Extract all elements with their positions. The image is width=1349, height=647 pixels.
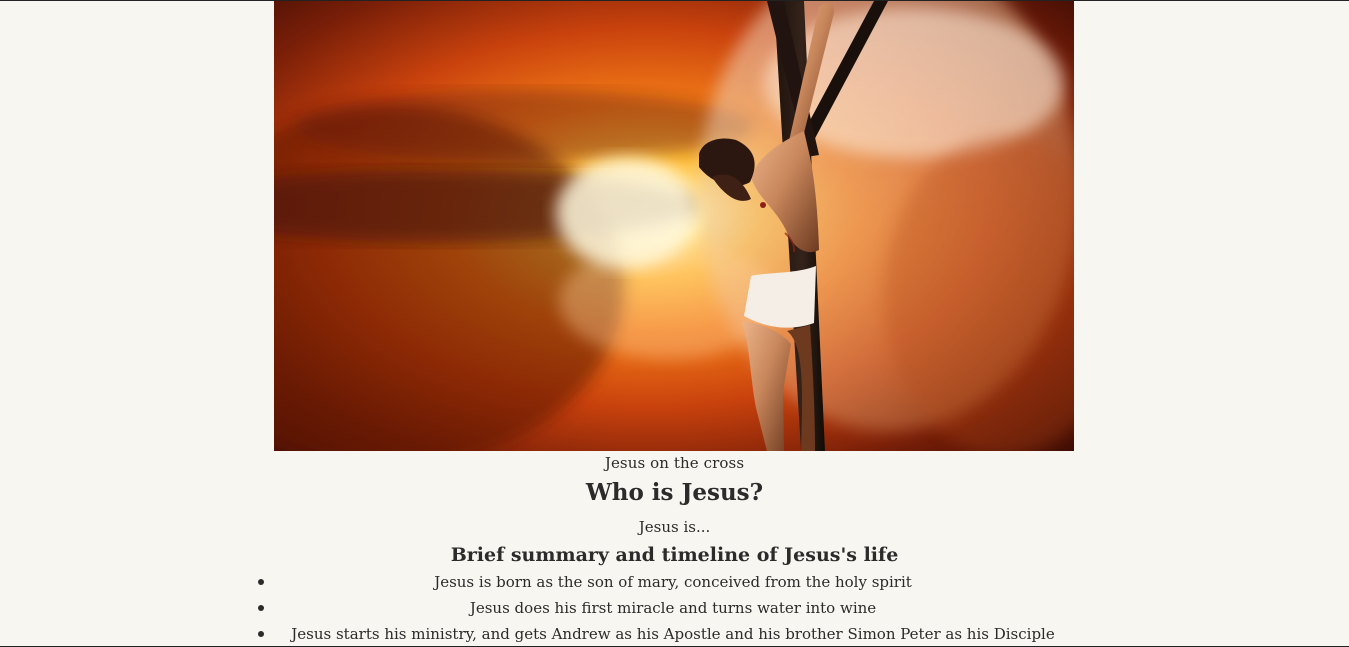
timeline-item-text: Jesus does his first miracle and turns w… — [469, 599, 877, 617]
timeline-heading: Brief summary and timeline of Jesus's li… — [450, 544, 899, 566]
timeline-list: Jesus is born as the son of mary, concei… — [258, 571, 1088, 646]
crucifixion-sunset-image — [274, 1, 1074, 451]
bullet-icon — [258, 579, 264, 585]
timeline-item: Jesus is born as the son of mary, concei… — [258, 571, 1088, 597]
timeline-item-text: Jesus starts his ministry, and gets Andr… — [291, 625, 1055, 643]
bullet-icon — [258, 605, 264, 611]
intro-text: Jesus is... — [638, 518, 711, 536]
timeline-item-text: Jesus is born as the son of mary, concei… — [434, 573, 912, 591]
image-caption: Jesus on the cross — [604, 454, 745, 472]
page: Jesus on the cross Who is Jesus? Jesus i… — [0, 0, 1349, 647]
timeline-item: Jesus does his first miracle and turns w… — [258, 597, 1088, 623]
page-title: Who is Jesus? — [585, 479, 764, 506]
timeline-item: Jesus starts his ministry, and gets Andr… — [258, 623, 1088, 646]
bullet-icon — [258, 631, 264, 637]
